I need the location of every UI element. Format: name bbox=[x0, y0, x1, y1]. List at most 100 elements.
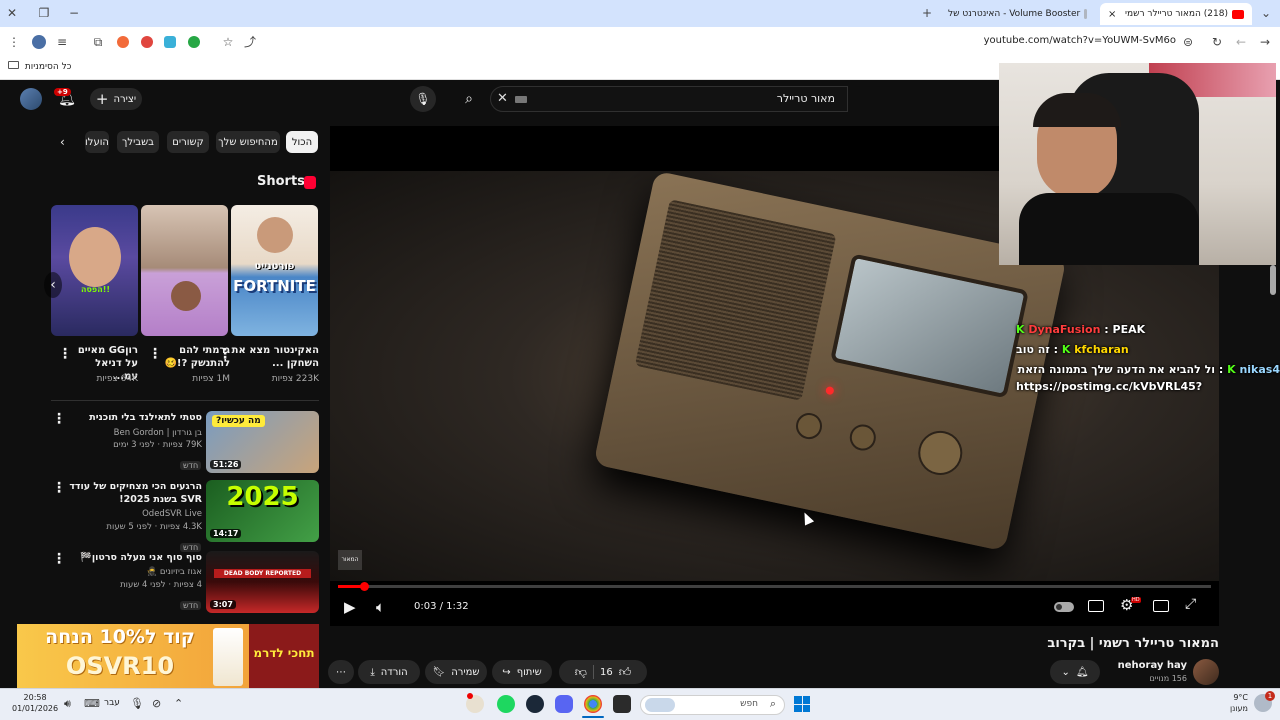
rec-thumb-2[interactable]: 2025 14:17 bbox=[206, 480, 319, 542]
windows-start-icon[interactable] bbox=[794, 696, 810, 712]
promo-ad-banner[interactable]: קוד ל10% הנחה OSVR10 bbox=[17, 624, 249, 688]
short-thumb-3[interactable]: הפסה!! bbox=[51, 205, 138, 336]
extension-red-icon[interactable] bbox=[141, 36, 153, 48]
toggle-knob bbox=[1056, 604, 1062, 610]
forward-icon[interactable]: ← bbox=[1232, 32, 1250, 52]
mute-status-icon[interactable]: ⊘ bbox=[152, 697, 161, 710]
microphone-icon[interactable]: 🎙︎ bbox=[130, 697, 144, 710]
avatar[interactable] bbox=[20, 88, 42, 110]
rec-thumb-1[interactable]: מה עכשיו? 51:26 bbox=[206, 411, 319, 473]
extension-green-icon[interactable] bbox=[188, 36, 200, 48]
play-icon[interactable]: ▶ bbox=[344, 598, 356, 616]
rec-title[interactable]: סטתי לתאילנד בלי תוכנית bbox=[66, 411, 202, 424]
short-title[interactable]: גרמתי להם להתנשק ?!🥴 bbox=[160, 344, 230, 370]
rec-channel[interactable]: OdedSVR Live bbox=[66, 508, 202, 520]
menu-icon[interactable]: ⋮ bbox=[6, 32, 22, 52]
ad-side-thumb[interactable]: תחכי לדרמ bbox=[249, 624, 319, 688]
back-icon[interactable]: → bbox=[1256, 32, 1274, 52]
subscribe-bell-button[interactable]: 🔔︎ ⌄ bbox=[1050, 660, 1100, 684]
extensions-puzzle-icon[interactable]: ⧉ bbox=[90, 32, 106, 52]
profile-icon[interactable] bbox=[32, 35, 46, 49]
rec-meta: 79K צפיות · לפני 3 ימים bbox=[113, 440, 202, 450]
chip-from-search[interactable]: מהחיפוש שלך bbox=[216, 131, 280, 153]
reload-icon[interactable]: ↻ bbox=[1208, 32, 1226, 52]
plus-icon: + bbox=[95, 90, 109, 108]
tab-youtube[interactable]: (218) המאור טריילר רשמי × bbox=[1100, 3, 1252, 25]
tab-close-icon[interactable]: × bbox=[1108, 9, 1116, 20]
rec-thumb-3[interactable]: DEAD BODY REPORTED 3:07 bbox=[206, 551, 319, 613]
restore-window-icon[interactable]: ❐ bbox=[36, 3, 52, 23]
page-scrollbar[interactable] bbox=[1270, 265, 1276, 295]
face-shape bbox=[69, 227, 121, 287]
like-icon[interactable]: 👍︎ bbox=[619, 665, 632, 680]
discord-icon[interactable] bbox=[555, 695, 573, 713]
chrome-icon[interactable] bbox=[584, 695, 602, 713]
short-thumb-1[interactable]: פורטנייט FORTNITE bbox=[231, 205, 318, 336]
terminal-icon[interactable] bbox=[613, 695, 631, 713]
channel-watermark[interactable]: המאור bbox=[338, 550, 362, 570]
clear-search-icon[interactable]: ✕ bbox=[497, 91, 508, 106]
all-bookmarks-link[interactable]: כל הסימניות bbox=[8, 61, 71, 72]
progress-track[interactable] bbox=[338, 582, 1211, 591]
bookmark-star-icon[interactable]: ☆ bbox=[220, 32, 236, 52]
channel-name[interactable]: nehoray hay bbox=[1105, 660, 1187, 671]
chips-scroll-left-icon[interactable]: ‹ bbox=[60, 135, 65, 149]
chip-related[interactable]: קשורים bbox=[167, 131, 209, 153]
steam-icon[interactable] bbox=[526, 695, 544, 713]
short-menu-icon[interactable]: ⋮ bbox=[148, 346, 162, 362]
extension-orange-icon[interactable] bbox=[117, 36, 129, 48]
rec-menu-icon[interactable]: ⋮ bbox=[52, 551, 66, 567]
subtitles-icon[interactable] bbox=[1088, 600, 1104, 612]
minimize-window-icon[interactable]: − bbox=[66, 3, 82, 23]
channel-avatar[interactable] bbox=[1193, 659, 1219, 685]
dislike-icon[interactable]: 👎︎ bbox=[575, 665, 587, 680]
search-icon[interactable]: ⌕ bbox=[452, 86, 486, 112]
search-input[interactable]: מאור טריילר bbox=[777, 92, 835, 105]
rec-channel[interactable]: אגוז ביזיונים 🥷 bbox=[66, 566, 202, 578]
volume-icon[interactable]: 🔈︎ bbox=[376, 598, 385, 616]
autoplay-toggle[interactable] bbox=[1054, 602, 1074, 612]
network-icon[interactable]: ⌨ bbox=[84, 697, 100, 710]
tab-search-icon[interactable]: ⌄ bbox=[1256, 3, 1276, 23]
tray-chevron-icon[interactable]: ⌃ bbox=[174, 697, 183, 710]
theater-mode-icon[interactable] bbox=[1153, 600, 1169, 612]
speaker-icon[interactable]: 🔊︎ bbox=[64, 697, 71, 711]
download-button[interactable]: הורדה ⤓ bbox=[358, 660, 420, 684]
progress-scrubber[interactable] bbox=[360, 582, 370, 591]
more-actions-button[interactable]: ⋯ bbox=[328, 660, 354, 684]
close-window-icon[interactable]: ✕ bbox=[4, 3, 20, 23]
shorts-heading: Shorts bbox=[257, 174, 305, 189]
save-button[interactable]: שמירה 🔖︎ bbox=[425, 660, 487, 684]
chat-text: : זה טוב bbox=[1016, 343, 1058, 356]
fullscreen-icon[interactable]: ⤢ bbox=[1185, 596, 1196, 612]
tab-volume-booster[interactable]: Volume Booster - האינטרנט של bbox=[940, 3, 1095, 25]
short-title[interactable]: האקינטור מצא את השחקן ... bbox=[231, 344, 319, 370]
address-bar[interactable]: youtube.com/watch?v=YoUWM-SvM6o bbox=[840, 35, 1176, 46]
site-settings-icon[interactable]: ⊜ bbox=[1180, 32, 1196, 52]
rec-channel[interactable]: בן גורדון | Ben Gordon bbox=[66, 427, 202, 439]
chip-all[interactable]: הכול bbox=[286, 131, 318, 153]
voice-search-icon[interactable]: 🎙︎ bbox=[410, 86, 436, 112]
short-menu-icon[interactable]: ⋮ bbox=[58, 346, 72, 362]
keyboard-icon[interactable] bbox=[515, 96, 527, 103]
rec-title[interactable]: סוף סוף אני מעלה סרטון🏁 bbox=[66, 551, 202, 564]
shorts-scroll-left-icon[interactable]: ‹ bbox=[44, 272, 62, 298]
spotify-icon[interactable] bbox=[497, 695, 515, 713]
short-thumb-2[interactable] bbox=[141, 205, 228, 336]
clock[interactable]: 20:58 01/01/2026 bbox=[12, 692, 58, 714]
extension-icon[interactable]: ≡ bbox=[54, 32, 70, 52]
weather-widget[interactable]: 9°C מעונן bbox=[1228, 692, 1248, 714]
create-button[interactable]: יצירה + bbox=[90, 88, 142, 110]
rec-menu-icon[interactable]: ⋮ bbox=[52, 480, 66, 496]
taskbar-search[interactable]: חפש ⌕ bbox=[640, 695, 785, 715]
extension-blue-icon[interactable] bbox=[164, 36, 176, 48]
chip-for-you[interactable]: בשבילך bbox=[117, 131, 159, 153]
share-page-icon[interactable]: ⤴ bbox=[242, 32, 258, 52]
share-button[interactable]: שיתוף ↪ bbox=[492, 660, 552, 684]
rec-menu-icon[interactable]: ⋮ bbox=[52, 411, 66, 427]
chip-uploaded[interactable]: הועלו bbox=[85, 131, 109, 153]
rec-title[interactable]: הרגעים הכי מצחיקים של עודד SVR בשנת 2025… bbox=[66, 480, 202, 506]
search-box[interactable]: ✕ מאור טריילר bbox=[490, 86, 848, 112]
language-indicator[interactable]: עבר bbox=[104, 698, 120, 708]
new-tab-icon[interactable]: + bbox=[918, 3, 936, 23]
